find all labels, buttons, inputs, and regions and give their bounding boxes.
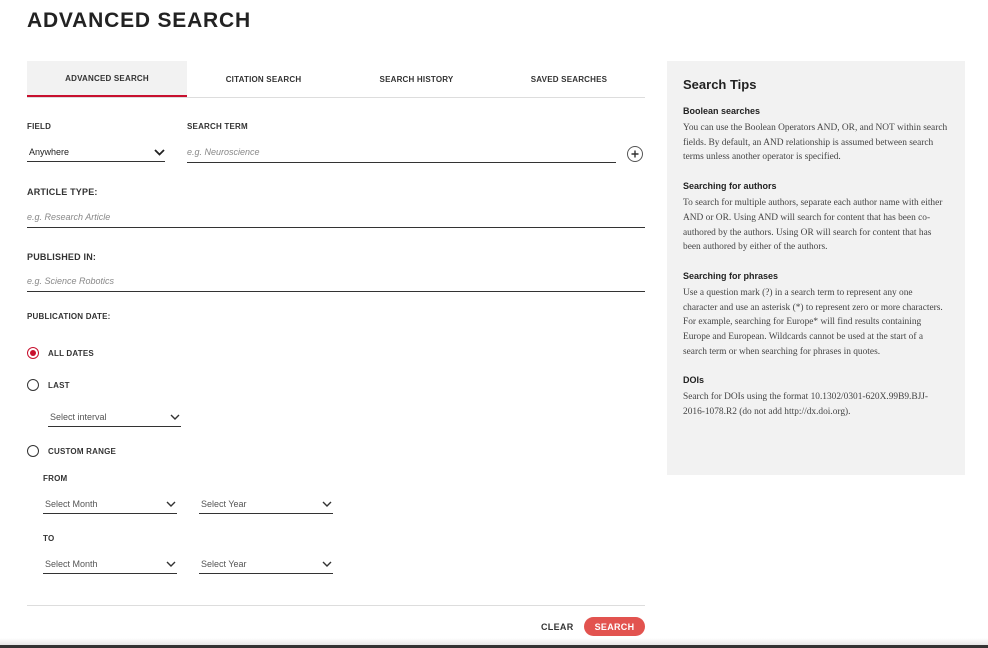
- field-label: FIELD: [27, 122, 52, 131]
- add-row-button[interactable]: [627, 146, 643, 162]
- article-type-label: ARTICLE TYPE:: [27, 187, 98, 197]
- tip-heading-phrases: Searching for phrases: [683, 270, 779, 281]
- all-dates-option[interactable]: ALL DATES: [27, 347, 94, 359]
- last-option[interactable]: LAST: [27, 379, 70, 391]
- last-radio[interactable]: [27, 379, 39, 391]
- tab-advanced-search[interactable]: ADVANCED SEARCH: [27, 61, 187, 97]
- published-in-label: PUBLISHED IN:: [27, 252, 97, 262]
- tip-heading-dois: DOIs: [683, 375, 705, 386]
- field-select-value: Anywhere: [29, 147, 70, 157]
- from-month-value: Select Month: [45, 499, 98, 509]
- interval-select[interactable]: Select interval: [48, 408, 181, 427]
- tab-search-history[interactable]: SEARCH HISTORY: [340, 61, 493, 97]
- tip-body-boolean: You can use the Boolean Operators AND, O…: [683, 123, 948, 163]
- tip-heading-boolean: Boolean searches: [683, 106, 761, 116]
- all-dates-radio[interactable]: [27, 347, 39, 359]
- from-year-select[interactable]: Select Year: [199, 495, 333, 514]
- to-month-select[interactable]: Select Month: [43, 555, 177, 574]
- divider: [27, 605, 645, 606]
- tab-citation-search[interactable]: CITATION SEARCH: [187, 61, 340, 97]
- article-type-input[interactable]: [27, 207, 645, 228]
- published-in-input[interactable]: [27, 271, 645, 292]
- search-tabs: ADVANCED SEARCH CITATION SEARCH SEARCH H…: [27, 61, 645, 98]
- clear-button[interactable]: CLEAR: [533, 618, 582, 635]
- to-year-select[interactable]: Select Year: [199, 555, 333, 574]
- tips-title: Search Tips: [683, 77, 757, 92]
- from-month-select[interactable]: Select Month: [43, 495, 177, 514]
- tip-body-phrases: Use a question mark (?) in a search term…: [683, 287, 943, 357]
- search-tips-panel: Search Tips Boolean searches You can use…: [667, 61, 965, 475]
- from-label: FROM: [43, 474, 68, 483]
- chevron-down-icon: [169, 411, 181, 423]
- last-label: LAST: [48, 380, 70, 390]
- publication-date-label: PUBLICATION DATE:: [27, 312, 111, 321]
- custom-range-option[interactable]: CUSTOM RANGE: [27, 445, 116, 457]
- tab-saved-searches[interactable]: SAVED SEARCHES: [493, 61, 645, 97]
- tip-heading-authors: Searching for authors: [683, 181, 777, 192]
- all-dates-label: ALL DATES: [48, 348, 94, 358]
- search-button[interactable]: SEARCH: [584, 617, 645, 636]
- tip-body-dois: Search for DOIs using the format 10.1302…: [683, 392, 929, 418]
- to-month-value: Select Month: [45, 559, 98, 569]
- page-title: ADVANCED SEARCH: [27, 9, 251, 32]
- chevron-down-icon: [165, 558, 177, 570]
- custom-range-label: CUSTOM RANGE: [48, 446, 117, 456]
- tip-body-authors: To search for multiple authors, separate…: [683, 198, 943, 253]
- chevron-down-icon: [165, 498, 177, 510]
- to-label: TO: [43, 534, 55, 543]
- search-term-input[interactable]: [187, 142, 616, 163]
- to-year-value: Select Year: [201, 559, 247, 569]
- chevron-down-icon: [321, 498, 333, 510]
- custom-range-radio[interactable]: [27, 445, 39, 457]
- chevron-down-icon: [321, 558, 333, 570]
- field-select[interactable]: Anywhere: [27, 143, 165, 162]
- from-year-value: Select Year: [201, 499, 247, 509]
- plus-icon: [631, 145, 639, 163]
- chevron-down-icon: [153, 146, 165, 158]
- interval-select-value: Select interval: [50, 412, 107, 422]
- search-term-label: SEARCH TERM: [187, 122, 248, 131]
